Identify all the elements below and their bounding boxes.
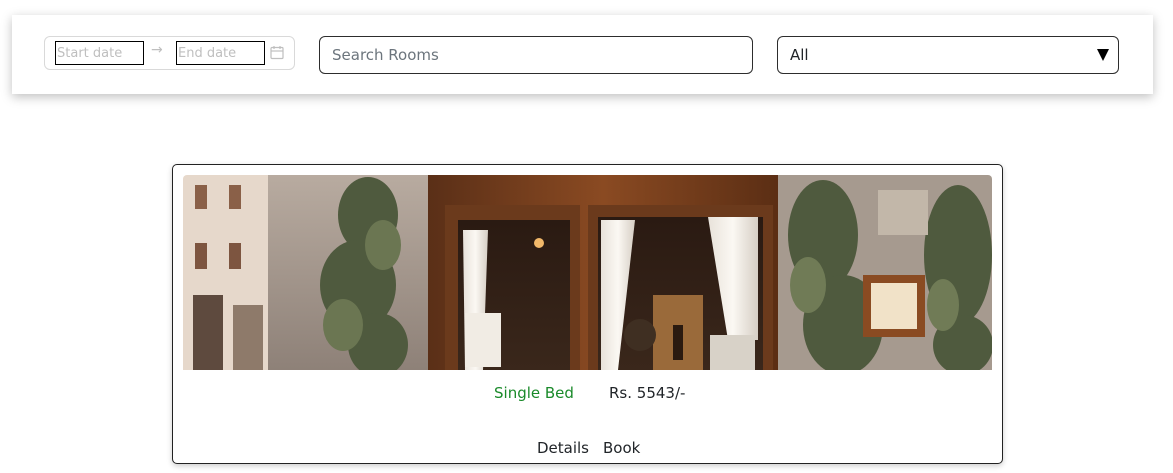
room-card: Single Bed Rs. 5543/- Details Book (172, 164, 1003, 464)
search-rooms-input[interactable] (319, 36, 753, 74)
end-date-input[interactable] (176, 41, 265, 65)
room-type-select-value: All (790, 46, 809, 64)
calendar-icon[interactable] (270, 45, 284, 60)
dropdown-caret-icon (1097, 49, 1109, 61)
date-separator-arrow: → (151, 42, 163, 58)
details-link[interactable]: Details (537, 439, 589, 457)
room-type-select[interactable]: All (777, 36, 1119, 74)
filter-bar: → All (12, 15, 1153, 94)
room-price: Rs. 5543/- (609, 384, 686, 402)
book-link[interactable]: Book (603, 439, 640, 457)
room-type-label: Single Bed (494, 384, 574, 402)
date-range-picker[interactable]: → (44, 36, 295, 70)
start-date-input[interactable] (55, 41, 144, 65)
room-photo (183, 175, 992, 370)
